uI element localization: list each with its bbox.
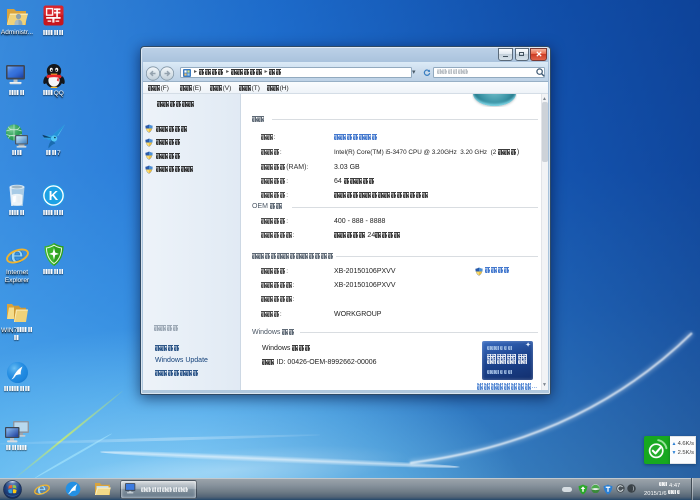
svg-text:e: e <box>37 480 46 498</box>
svg-text:K: K <box>49 188 59 203</box>
svg-text:e: e <box>10 242 23 268</box>
